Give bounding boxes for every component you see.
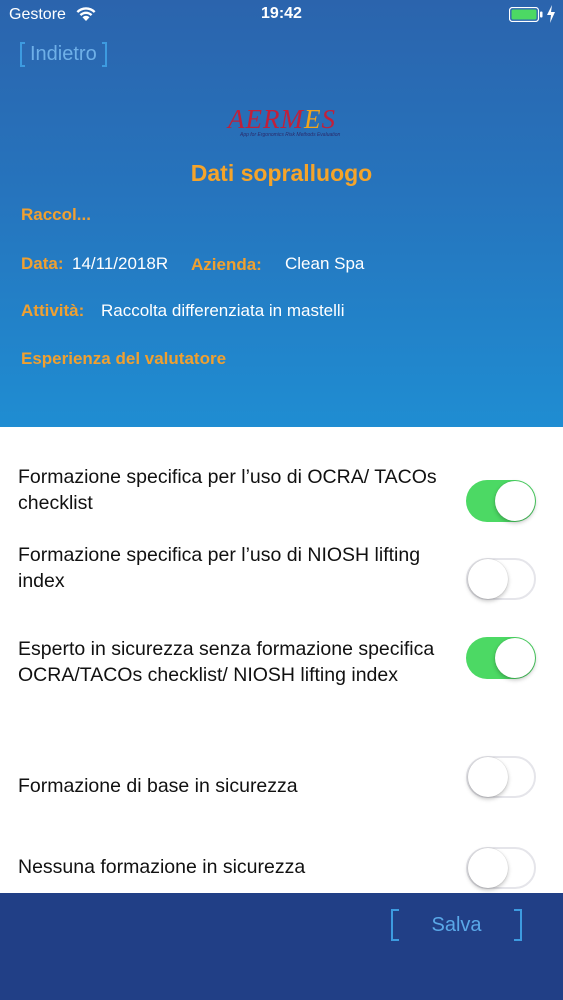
experience-options-list: Formazione specifica per l’uso di OCRA/ … bbox=[0, 427, 563, 893]
date-label: Data: bbox=[21, 254, 64, 273]
toggle-knob bbox=[495, 638, 535, 678]
option-toggle[interactable] bbox=[466, 756, 536, 798]
save-button[interactable]: Salva bbox=[391, 909, 522, 941]
footer-bar: Salva bbox=[0, 893, 563, 1000]
company-label: Azienda: bbox=[191, 255, 262, 274]
aermes-logo: AERMES App for Ergonomics Risk Methods E… bbox=[228, 104, 341, 138]
option-label: Nessuna formazione in sicurezza bbox=[18, 856, 306, 878]
status-bar: Gestore 19:42 bbox=[0, 0, 563, 30]
bracket-right bbox=[514, 909, 522, 941]
evaluator-experience-label: Esperienza del valutatore bbox=[21, 349, 227, 368]
save-button-label: Salva bbox=[431, 914, 482, 936]
option-toggle[interactable] bbox=[466, 480, 536, 522]
activity-label: Attività: bbox=[21, 301, 85, 320]
header: Gestore 19:42 Indietro AERMES App for Er… bbox=[0, 0, 563, 427]
toggle-knob bbox=[495, 481, 535, 521]
activity-value: Raccolta differenziata in mastelli bbox=[101, 301, 345, 320]
clock: 19:42 bbox=[261, 5, 302, 22]
option-label: Esperto in sicurezza senza formazione sp… bbox=[18, 638, 435, 686]
bracket-right bbox=[101, 42, 107, 67]
back-button-label: Indietro bbox=[30, 43, 97, 65]
option-label: Formazione specifica per l’uso di NIOSH … bbox=[18, 544, 421, 592]
company-value: Clean Spa bbox=[285, 254, 365, 273]
option-toggle[interactable] bbox=[466, 637, 536, 679]
charging-bolt-icon bbox=[547, 5, 555, 23]
bracket-left bbox=[391, 909, 399, 941]
battery-icon bbox=[509, 7, 543, 22]
bracket-left bbox=[20, 42, 25, 67]
option-toggle[interactable] bbox=[466, 558, 536, 600]
date-value: 14/11/2018R bbox=[72, 254, 169, 273]
option-toggle[interactable] bbox=[466, 847, 536, 889]
toggle-knob bbox=[468, 757, 508, 797]
page-title: Dati sopralluogo bbox=[190, 160, 373, 186]
option-label: Formazione di base in sicurezza bbox=[18, 775, 298, 797]
back-button[interactable]: Indietro bbox=[20, 42, 107, 67]
option-label: Formazione specifica per l’uso di OCRA/ … bbox=[18, 466, 437, 514]
toggle-knob bbox=[468, 848, 508, 888]
short-name: Raccol... bbox=[21, 205, 91, 224]
toggle-knob bbox=[468, 559, 508, 599]
